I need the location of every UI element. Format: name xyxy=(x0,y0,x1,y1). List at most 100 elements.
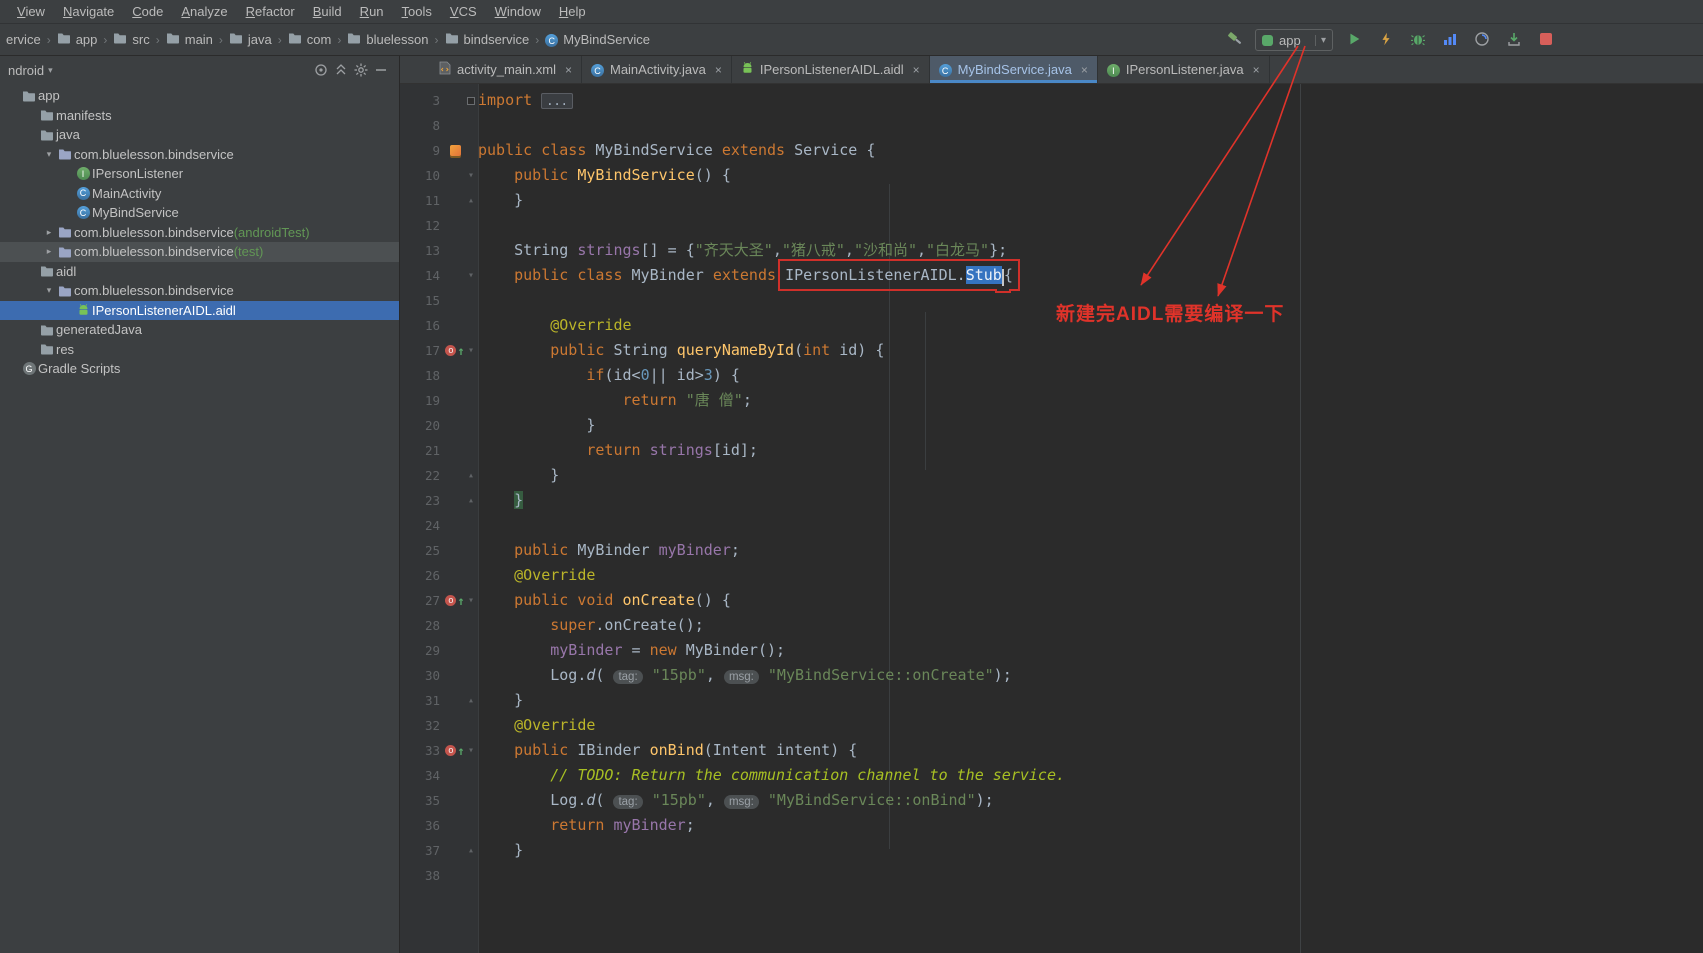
line-number[interactable]: 19 xyxy=(400,388,446,413)
menu-item-vcs[interactable]: VCS xyxy=(441,2,486,21)
breadcrumb-ervice[interactable]: ervice xyxy=(2,30,45,49)
tree-item-mybindservice[interactable]: C MyBindService xyxy=(0,203,399,223)
fold-close-icon[interactable]: ▴ xyxy=(468,188,474,213)
fold-close-icon[interactable]: ▴ xyxy=(468,488,474,513)
tree-item-gradle-scripts[interactable]: G Gradle Scripts xyxy=(0,359,399,379)
line-number[interactable]: 28 xyxy=(400,613,446,638)
close-icon[interactable]: × xyxy=(565,63,572,77)
line-number[interactable]: 10 xyxy=(400,163,446,188)
line-number[interactable]: 17 xyxy=(400,338,446,363)
code-text[interactable]: import ... xyxy=(478,88,1703,113)
code-line-34[interactable]: 34 // TODO: Return the communication cha… xyxy=(400,763,1703,788)
line-number[interactable]: 24 xyxy=(400,513,446,538)
code-text[interactable]: Log.d( tag: "15pb", msg: "MyBindService:… xyxy=(478,663,1703,688)
code-line-21[interactable]: 21 return strings[id]; xyxy=(400,438,1703,463)
profile-button[interactable] xyxy=(1471,29,1493,51)
code-text[interactable]: Log.d( tag: "15pb", msg: "MyBindService:… xyxy=(478,788,1703,813)
tree-item-com-bluelesson-bindservice-androidtest[interactable]: ▸ com.bluelesson.bindservice (androidTest… xyxy=(0,223,399,243)
line-number[interactable]: 14 xyxy=(400,263,446,288)
tree-chevron-icon[interactable]: ▾ xyxy=(42,285,56,296)
menu-item-help[interactable]: Help xyxy=(550,2,595,21)
fold-open-icon[interactable]: ▾ xyxy=(468,263,474,288)
fold-open-icon[interactable]: ▾ xyxy=(468,588,474,613)
line-number[interactable]: 12 xyxy=(400,213,446,238)
code-line-23[interactable]: 23 ▴ } xyxy=(400,488,1703,513)
tree-item-ipersonlistener[interactable]: I IPersonListener xyxy=(0,164,399,184)
code-text[interactable]: public class MyBinder extends IPersonLis… xyxy=(478,259,1703,291)
code-text[interactable]: } xyxy=(478,413,1703,438)
code-text[interactable]: } xyxy=(478,463,1703,488)
tree-item-com-bluelesson-bindservice[interactable]: ▾ com.bluelesson.bindservice xyxy=(0,281,399,301)
code-line-24[interactable]: 24 xyxy=(400,513,1703,538)
line-number[interactable]: 25 xyxy=(400,538,446,563)
line-number[interactable]: 9 xyxy=(400,138,446,163)
menu-item-window[interactable]: Window xyxy=(486,2,550,21)
build-button[interactable] xyxy=(1223,29,1245,51)
editor-tab-ipersonlisteneraidl-aidl[interactable]: IPersonListenerAIDL.aidl × xyxy=(732,56,930,83)
line-number[interactable]: 31 xyxy=(400,688,446,713)
tree-item-mainactivity[interactable]: C MainActivity xyxy=(0,184,399,204)
menu-item-view[interactable]: View xyxy=(8,2,54,21)
code-line-26[interactable]: 26 @Override xyxy=(400,563,1703,588)
line-number[interactable]: 13 xyxy=(400,238,446,263)
close-icon[interactable]: × xyxy=(913,63,920,77)
code-line-22[interactable]: 22 ▴ } xyxy=(400,463,1703,488)
code-line-38[interactable]: 38 xyxy=(400,863,1703,888)
code-text[interactable]: public class MyBindService extends Servi… xyxy=(478,138,1703,163)
code-line-18[interactable]: 18 if(id<0|| id>3) { xyxy=(400,363,1703,388)
editor-tab-ipersonlistener-java[interactable]: I IPersonListener.java × xyxy=(1098,56,1270,83)
line-number[interactable]: 32 xyxy=(400,713,446,738)
code-text[interactable] xyxy=(478,513,1703,538)
profiler-button[interactable] xyxy=(1439,29,1461,51)
code-line-3[interactable]: 3 import ... xyxy=(400,88,1703,113)
line-number[interactable]: 36 xyxy=(400,813,446,838)
editor-tab-activity-main-xml[interactable]: activity_main.xml × xyxy=(430,56,582,83)
code-text[interactable]: } xyxy=(478,488,1703,513)
collapse-all-icon[interactable] xyxy=(331,60,351,80)
stop-button[interactable] xyxy=(1535,29,1557,51)
code-line-32[interactable]: 32 @Override xyxy=(400,713,1703,738)
menu-item-code[interactable]: Code xyxy=(123,2,172,21)
line-number[interactable]: 33 xyxy=(400,738,446,763)
fold-open-icon[interactable]: ▾ xyxy=(468,338,474,363)
line-number[interactable]: 18 xyxy=(400,363,446,388)
code-text[interactable]: myBinder = new MyBinder(); xyxy=(478,638,1703,663)
line-number[interactable]: 26 xyxy=(400,563,446,588)
code-line-20[interactable]: 20 } xyxy=(400,413,1703,438)
code-line-36[interactable]: 36 return myBinder; xyxy=(400,813,1703,838)
menu-item-analyze[interactable]: Analyze xyxy=(172,2,236,21)
fold-open-icon[interactable]: ▾ xyxy=(468,163,474,188)
tree-item-app[interactable]: app xyxy=(0,86,399,106)
fold-expand-icon[interactable] xyxy=(467,96,475,105)
tree-item-generatedjava[interactable]: generatedJava xyxy=(0,320,399,340)
breadcrumb-bluelesson[interactable]: bluelesson xyxy=(343,30,432,49)
code-text[interactable]: // TODO: Return the communication channe… xyxy=(478,763,1703,788)
code-line-17[interactable]: 17 o ↑ ▾ public String queryNameById(int id… xyxy=(400,338,1703,363)
project-view-selector[interactable]: ndroid xyxy=(8,63,44,78)
code-line-8[interactable]: 8 xyxy=(400,113,1703,138)
editor-tab-mainactivity-java[interactable]: C MainActivity.java × xyxy=(582,56,732,83)
code-text[interactable]: return myBinder; xyxy=(478,813,1703,838)
line-number[interactable]: 23 xyxy=(400,488,446,513)
code-line-12[interactable]: 12 xyxy=(400,213,1703,238)
debug-button[interactable] xyxy=(1407,29,1429,51)
menu-item-refactor[interactable]: Refactor xyxy=(237,2,304,21)
override-marker-icon[interactable]: o ↑ xyxy=(445,595,465,607)
close-icon[interactable]: × xyxy=(715,63,722,77)
code-line-11[interactable]: 11 ▴ } xyxy=(400,188,1703,213)
line-number[interactable]: 21 xyxy=(400,438,446,463)
code-line-30[interactable]: 30 Log.d( tag: "15pb", msg: "MyBindServi… xyxy=(400,663,1703,688)
tree-item-res[interactable]: res xyxy=(0,340,399,360)
code-line-16[interactable]: 16 @Override xyxy=(400,313,1703,338)
line-number[interactable]: 37 xyxy=(400,838,446,863)
settings-icon[interactable] xyxy=(351,60,371,80)
line-number[interactable]: 22 xyxy=(400,463,446,488)
tree-chevron-icon[interactable]: ▸ xyxy=(42,227,56,238)
code-line-10[interactable]: 10 ▾ public MyBindService() { xyxy=(400,163,1703,188)
code-text[interactable]: return "唐 僧"; xyxy=(478,388,1703,413)
breadcrumb-main[interactable]: main xyxy=(162,30,217,49)
attach-debugger-button[interactable] xyxy=(1503,29,1525,51)
hide-icon[interactable] xyxy=(371,60,391,80)
override-marker-icon[interactable]: o ↑ xyxy=(445,745,465,757)
code-line-15[interactable]: 15 xyxy=(400,288,1703,313)
